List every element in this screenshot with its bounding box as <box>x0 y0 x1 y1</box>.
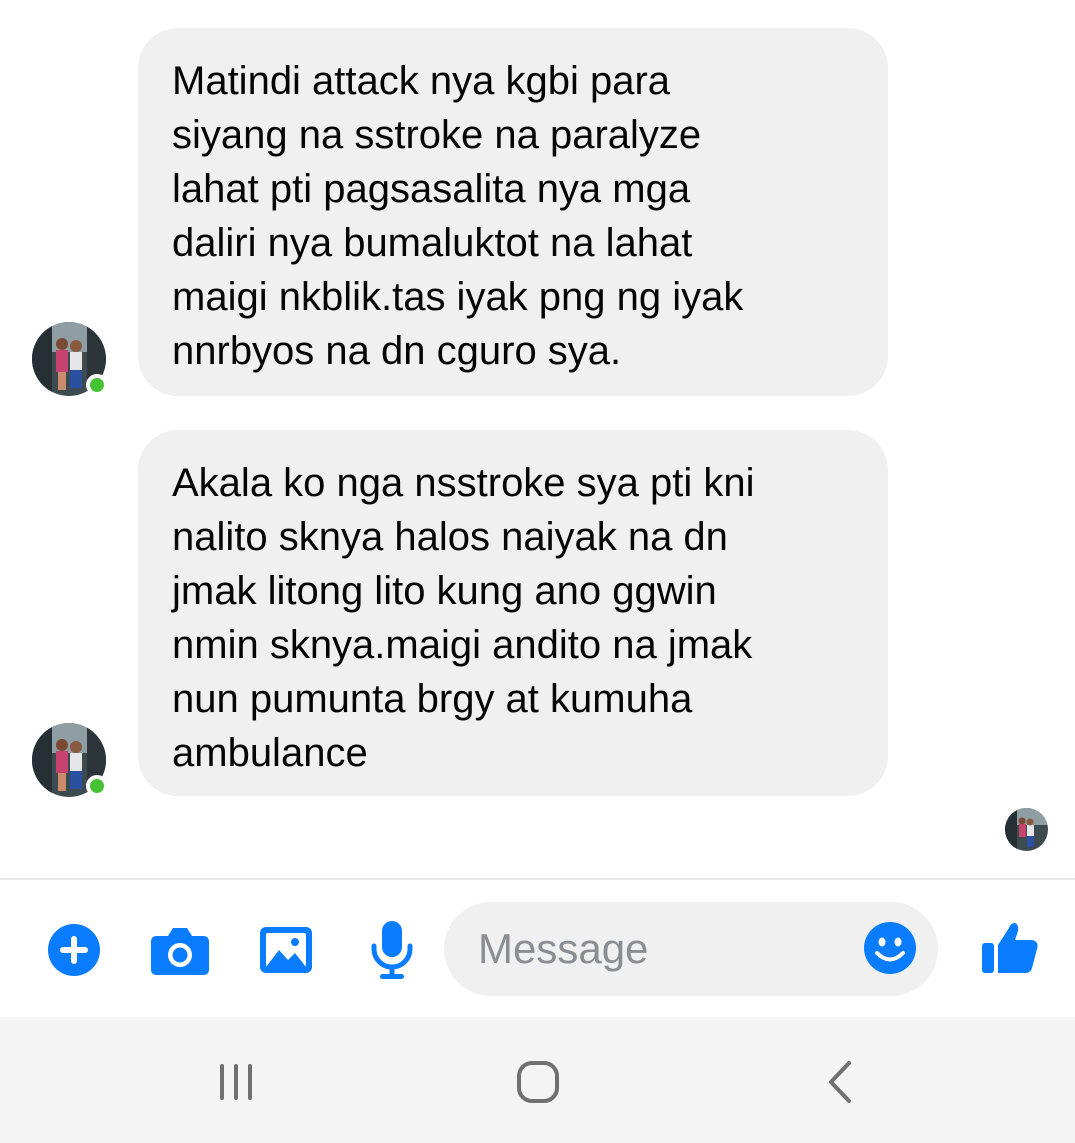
gallery-button[interactable] <box>254 918 318 982</box>
plus-icon <box>48 924 100 976</box>
emoji-button[interactable] <box>862 920 922 980</box>
plus-button[interactable] <box>42 918 106 982</box>
contact-avatar[interactable] <box>32 723 108 797</box>
microphone-button[interactable] <box>360 918 424 982</box>
contact-avatar[interactable] <box>32 322 108 396</box>
message-bubble[interactable]: Akala ko nga nsstroke sya pti kni nalito… <box>138 430 888 796</box>
avatar-photo <box>1005 808 1048 851</box>
microphone-icon <box>371 921 413 979</box>
gallery-icon <box>260 927 312 973</box>
conversation-area: Matindi attack nya kgbi para siyang na s… <box>0 0 1075 878</box>
recents-button[interactable] <box>206 1052 266 1112</box>
home-button[interactable] <box>508 1052 568 1112</box>
thumbs-up-icon <box>982 922 1038 973</box>
emoji-icon <box>864 922 916 974</box>
camera-icon <box>151 928 209 975</box>
online-status-dot <box>86 775 108 797</box>
home-icon <box>517 1061 559 1103</box>
camera-button[interactable] <box>148 918 212 982</box>
online-status-dot <box>86 374 108 396</box>
message-placeholder: Message <box>478 925 649 972</box>
back-button[interactable] <box>810 1052 870 1112</box>
message-bubble[interactable]: Matindi attack nya kgbi para siyang na s… <box>138 28 888 396</box>
recents-icon <box>220 1064 252 1100</box>
back-icon <box>829 1061 851 1103</box>
seen-receipt-avatar <box>1005 808 1048 851</box>
thumbs-up-button[interactable] <box>980 916 1044 980</box>
